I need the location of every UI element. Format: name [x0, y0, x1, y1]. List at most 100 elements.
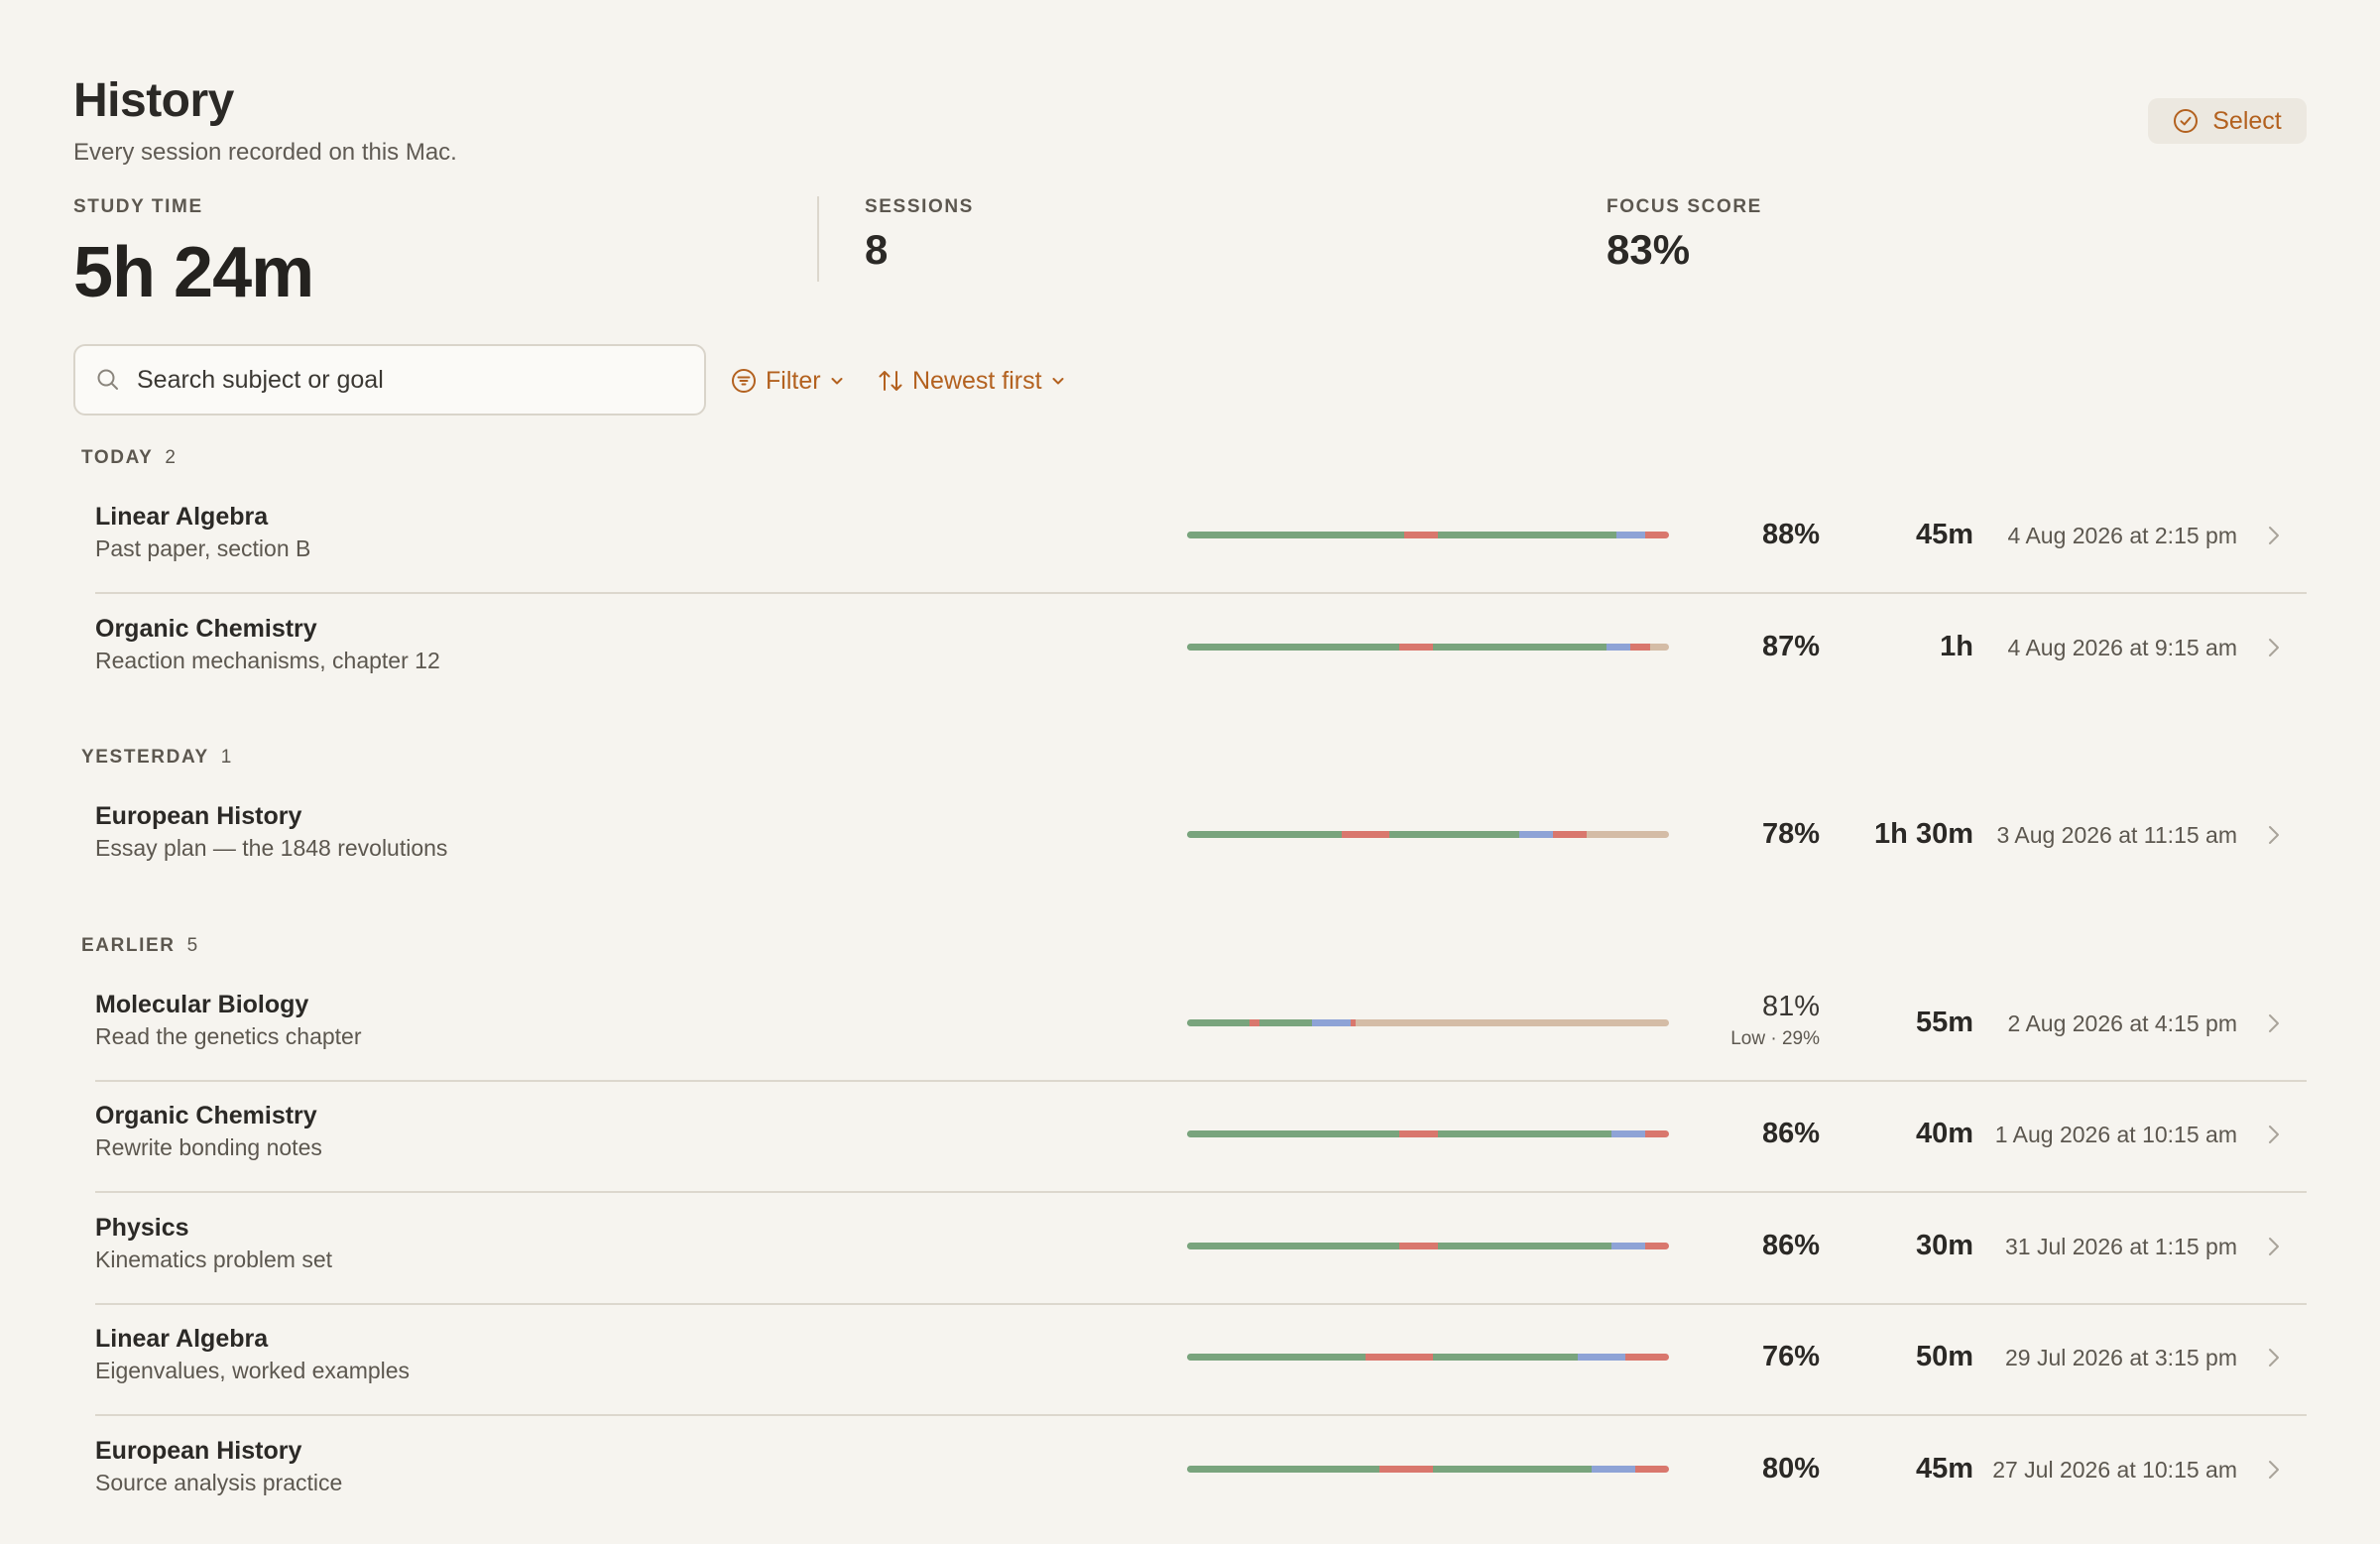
timeline-segment-focus: [1187, 1466, 1380, 1473]
timeline-segment-distracted: [1630, 644, 1650, 651]
timeline-segment-idle: [1587, 831, 1669, 838]
sessions-label: SESSIONS: [865, 196, 974, 217]
timeline-segment-focus: [1187, 644, 1399, 651]
page-title: History: [73, 74, 234, 127]
timeline-segment-break: [1312, 1019, 1352, 1026]
timeline-segment-distracted: [1644, 532, 1669, 538]
focus-timeline-bar: [1187, 1354, 1669, 1361]
session-goal: Source analysis practice: [95, 1470, 343, 1495]
chevron-right-icon: [2269, 639, 2279, 656]
timeline-segment-focus: [1187, 831, 1342, 838]
group-label: YESTERDAY: [81, 747, 209, 768]
group-count: 1: [220, 747, 232, 768]
timeline-segment-focus: [1187, 1130, 1399, 1137]
study-time-value: 5h 24m: [73, 233, 314, 312]
study-time-label: STUDY TIME: [73, 196, 203, 217]
session-focus-score: 78%: [1761, 818, 1820, 850]
timeline-segment-break: [1577, 1354, 1626, 1361]
session-date: 1 Aug 2026 at 10:15 am: [1994, 1122, 2237, 1147]
timeline-segment-focus: [1389, 831, 1520, 838]
checkmark-circle-icon: [2174, 109, 2199, 133]
search-field[interactable]: [73, 344, 706, 416]
timeline-segment-focus: [1187, 532, 1404, 538]
session-subject: Organic Chemistry: [95, 615, 317, 643]
group-header-today: TODAY 2: [81, 447, 176, 469]
timeline-segment-focus: [1437, 1243, 1611, 1249]
timeline-segment-distracted: [1625, 1354, 1669, 1361]
timeline-segment-break: [1615, 532, 1645, 538]
session-subject: Physics: [95, 1214, 189, 1242]
session-subject: Linear Algebra: [95, 1325, 269, 1353]
session-goal: Essay plan — the 1848 revolutions: [95, 835, 448, 861]
session-row[interactable]: Organic Chemistry Reaction mechanisms, c…: [95, 595, 2307, 706]
session-date: 2 Aug 2026 at 4:15 pm: [2007, 1010, 2237, 1036]
session-duration: 55m: [1915, 1007, 1973, 1038]
group-label: TODAY: [81, 447, 154, 468]
timeline-segment-distracted: [1250, 1019, 1259, 1026]
session-date: 4 Aug 2026 at 2:15 pm: [2007, 523, 2237, 548]
session-goal: Past paper, section B: [95, 535, 311, 561]
page-subtitle: Every session recorded on this Mac.: [73, 139, 457, 166]
timeline-segment-idle: [1356, 1019, 1669, 1026]
session-date: 3 Aug 2026 at 11:15 am: [1996, 822, 2237, 848]
select-button-label: Select: [2212, 106, 2282, 135]
timeline-segment-distracted: [1634, 1466, 1669, 1473]
group-header-yesterday: YESTERDAY 1: [81, 747, 231, 769]
focus-timeline-bar: [1187, 831, 1669, 838]
select-button[interactable]: Select: [2148, 98, 2307, 144]
session-focus-score: 81%: [1761, 991, 1820, 1022]
group-header-earlier: EARLIER 5: [81, 935, 197, 957]
session-duration: 30m: [1915, 1230, 1973, 1261]
chevron-down-icon: [1052, 378, 1064, 385]
session-duration: 45m: [1915, 519, 1973, 550]
session-row[interactable]: Organic Chemistry Rewrite bonding notes …: [95, 1082, 2307, 1193]
search-input[interactable]: [137, 365, 672, 395]
stats-divider: [817, 196, 819, 282]
timeline-segment-break: [1610, 1130, 1645, 1137]
study-time-stat: STUDY TIME 5h 24m: [73, 196, 314, 313]
session-row[interactable]: Linear Algebra Past paper, section B 88%…: [95, 483, 2307, 594]
chevron-right-icon: [2269, 527, 2279, 544]
session-focus-score: 76%: [1761, 1341, 1820, 1372]
group-count: 5: [186, 935, 198, 956]
chevron-right-icon: [2269, 1126, 2279, 1143]
sort-button[interactable]: Newest first: [877, 363, 1066, 399]
sort-arrows-icon: [879, 371, 902, 391]
focus-timeline-bar: [1187, 644, 1669, 651]
timeline-segment-distracted: [1398, 1243, 1438, 1249]
timeline-segment-distracted: [1341, 831, 1390, 838]
focus-timeline-bar: [1187, 1243, 1669, 1249]
filter-label: Filter: [766, 366, 821, 395]
session-duration: 1h: [1940, 631, 1973, 662]
timeline-segment-distracted: [1379, 1466, 1433, 1473]
session-row[interactable]: European History Source analysis practic…: [95, 1417, 2307, 1528]
focus-score-value: 83%: [1606, 226, 1691, 273]
group-label: EARLIER: [81, 935, 176, 956]
focus-timeline-bar: [1187, 532, 1669, 538]
chevron-right-icon: [2269, 826, 2279, 844]
timeline-segment-focus: [1437, 1130, 1611, 1137]
session-focus-score: 80%: [1761, 1453, 1820, 1485]
chevron-right-icon: [2269, 1461, 2279, 1479]
timeline-segment-distracted: [1398, 1130, 1438, 1137]
session-row[interactable]: Physics Kinematics problem set 86% 30m 3…: [95, 1194, 2307, 1305]
session-row[interactable]: European History Essay plan — the 1848 r…: [95, 782, 2307, 893]
timeline-segment-distracted: [1365, 1354, 1433, 1361]
focus-score-label: FOCUS SCORE: [1606, 196, 1762, 217]
session-focus-score: 86%: [1761, 1230, 1820, 1261]
filter-button[interactable]: Filter: [730, 363, 845, 399]
sessions-value: 8: [865, 226, 889, 273]
session-row[interactable]: Molecular Biology Read the genetics chap…: [95, 971, 2307, 1082]
low-focus-note: Low · 29%: [1730, 1028, 1820, 1049]
timeline-segment-distracted: [1403, 532, 1438, 538]
session-focus-score: 88%: [1761, 519, 1820, 550]
session-subject: European History: [95, 802, 302, 830]
session-date: 27 Jul 2026 at 10:15 am: [1992, 1457, 2237, 1483]
session-row[interactable]: Linear Algebra Eigenvalues, worked examp…: [95, 1305, 2307, 1416]
focus-timeline-bar: [1187, 1466, 1669, 1473]
session-duration: 50m: [1915, 1341, 1973, 1372]
group-count: 2: [165, 447, 176, 468]
timeline-segment-distracted: [1644, 1243, 1669, 1249]
session-focus-score: 87%: [1761, 631, 1820, 662]
chevron-right-icon: [2269, 1238, 2279, 1255]
